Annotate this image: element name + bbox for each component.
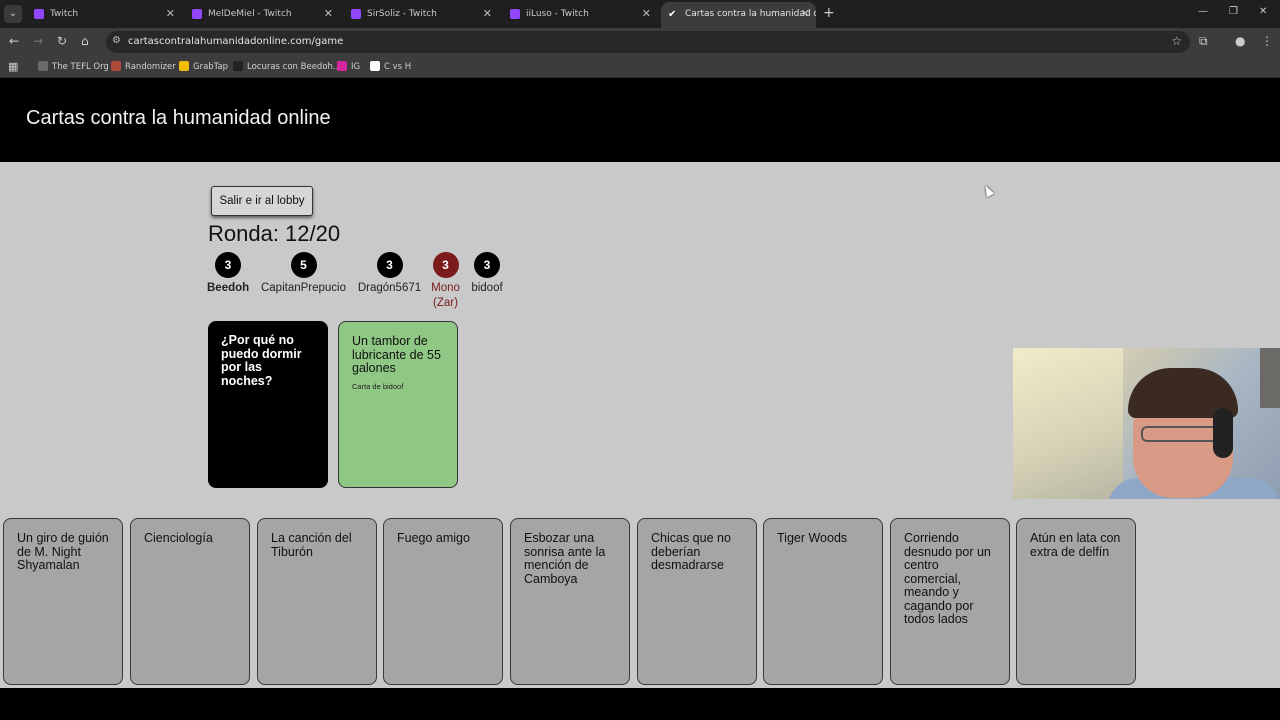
bookmark-item[interactable]: GrabTap (179, 56, 228, 78)
player-dragon5671: 3 Dragón5671 (357, 252, 422, 296)
tab-title: iiLuso - Twitch (526, 9, 589, 19)
player-score: 5 (290, 252, 317, 278)
bookmark-item[interactable]: Locuras con Beedoh... (233, 56, 341, 78)
close-icon[interactable]: ✕ (324, 3, 333, 25)
home-icon[interactable]: ⌂ (81, 34, 89, 48)
player-score: 3 (432, 252, 459, 278)
close-icon[interactable]: ✕ (642, 3, 651, 25)
played-white-card[interactable]: Un tambor de lubricante de 55 galones Ca… (338, 321, 458, 488)
bookmark-star-icon[interactable]: ☆ (1171, 34, 1182, 48)
player-beedoh: 3 Beedoh (207, 252, 249, 296)
leave-to-lobby-button[interactable]: Salir e ir al lobby (211, 186, 313, 216)
tab-strip: ⌄ Twitch ✕ MelDeMiel - Twitch ✕ SirSoliz… (0, 0, 1280, 28)
headset-icon (1213, 408, 1233, 458)
player-mono-czar: 3 Mono (Zar) (428, 252, 463, 311)
bookmark-favicon-icon (337, 61, 347, 71)
player-capitanprepucio: 5 CapitanPrepucio (258, 252, 349, 296)
hand-card[interactable]: La canción del Tiburón (257, 518, 377, 685)
player-score: 3 (376, 252, 403, 278)
tab-title: MelDeMiel - Twitch (208, 9, 292, 19)
new-tab-icon[interactable]: + (823, 5, 835, 21)
tab-search-icon[interactable]: ⌄ (4, 5, 22, 23)
hand-card[interactable]: Cienciología (130, 518, 250, 685)
restore-icon[interactable]: ❐ (1229, 6, 1238, 17)
site-header: Cartas contra la humanidad online (0, 79, 1280, 162)
twitch-icon (510, 9, 520, 19)
hand-card[interactable]: Corriendo desnudo por un centro comercia… (890, 518, 1010, 685)
check-icon: ✔ (668, 9, 677, 20)
bookmark-item[interactable]: C vs H (370, 56, 411, 78)
bookmark-favicon-icon (111, 61, 121, 71)
player-name: Mono (431, 282, 460, 294)
tab-title: SirSoliz - Twitch (367, 9, 437, 19)
close-icon[interactable]: ✕ (483, 3, 492, 25)
browser-tab[interactable]: iiLuso - Twitch ✕ (502, 3, 657, 25)
player-name: Dragón5671 (357, 282, 422, 294)
browser-tab-active[interactable]: ✔ Cartas contra la humanidad onli ✕ (661, 2, 816, 28)
player-score: 3 (474, 252, 500, 278)
bookmark-item[interactable]: Randomizer (111, 56, 176, 78)
menu-icon[interactable]: ⋮ (1261, 34, 1273, 48)
twitch-icon (192, 9, 202, 19)
profile-icon[interactable]: ● (1235, 34, 1245, 48)
close-icon[interactable]: ✕ (801, 2, 810, 26)
bookmarks-bar: ▦ The TEFL Org Randomizer GrabTap Locura… (0, 56, 1280, 78)
round-counter: Ronda: 12/20 (208, 221, 341, 246)
player-bidoof: 3 bidoof (469, 252, 505, 296)
browser-tab[interactable]: SirSoliz - Twitch ✕ (343, 3, 498, 25)
twitch-icon (34, 9, 44, 19)
bookmark-favicon-icon (233, 61, 243, 71)
bookmark-favicon-icon (179, 61, 189, 71)
back-icon[interactable]: ← (9, 34, 19, 48)
browser-tab[interactable]: MelDeMiel - Twitch ✕ (184, 3, 339, 25)
address-bar[interactable]: ⚙ cartascontralahumanidadonline.com/game… (106, 31, 1190, 53)
forward-icon[interactable]: → (33, 34, 43, 48)
minimize-icon[interactable]: — (1198, 6, 1208, 17)
window-close-icon[interactable]: ✕ (1259, 6, 1267, 17)
browser-tab[interactable]: Twitch ✕ (26, 3, 181, 25)
hand-card[interactable]: Atún en lata con extra de delfín (1016, 518, 1136, 685)
czar-label: (Zar) (433, 297, 458, 309)
player-name: Beedoh (207, 282, 250, 294)
url-text[interactable]: cartascontralahumanidadonline.com/game (128, 31, 343, 53)
bookmark-favicon-icon (38, 61, 48, 71)
hand-card[interactable]: Esbozar una sonrisa ante la mención de C… (510, 518, 630, 685)
black-card: ¿Por qué no puedo dormir por las noches? (208, 321, 328, 488)
player-score: 3 (215, 252, 241, 278)
site-info-icon[interactable]: ⚙ (112, 35, 121, 46)
webcam-overlay (1013, 348, 1280, 499)
site-title: Cartas contra la humanidad online (26, 107, 331, 129)
player-name: CapitanPrepucio (260, 282, 347, 294)
extensions-icon[interactable]: ⧉ (1199, 34, 1208, 49)
black-card-text: ¿Por qué no puedo dormir por las noches? (221, 333, 302, 388)
address-toolbar: ← → ↻ ⌂ ⚙ cartascontralahumanidadonline.… (0, 28, 1280, 56)
played-card-author: Carta de bidoof (352, 381, 404, 391)
apps-grid-icon[interactable]: ▦ (8, 56, 18, 78)
hand-card[interactable]: Tiger Woods (763, 518, 883, 685)
twitch-icon (351, 9, 361, 19)
tab-title: Cartas contra la humanidad onli (685, 9, 816, 19)
hand-card[interactable]: Chicas que no deberían desmadrarse (637, 518, 757, 685)
bookmark-favicon-icon (370, 61, 380, 71)
player-name: bidoof (471, 282, 503, 294)
played-card-text: Un tambor de lubricante de 55 galones (352, 334, 441, 375)
tab-title: Twitch (50, 9, 79, 19)
hand-card[interactable]: Fuego amigo (383, 518, 503, 685)
bookmark-item[interactable]: IG (337, 56, 360, 78)
close-icon[interactable]: ✕ (166, 3, 175, 25)
bookmark-item[interactable]: The TEFL Org (38, 56, 109, 78)
bottom-bar (0, 688, 1280, 720)
hand-card[interactable]: Un giro de guión de M. Night Shyamalan (3, 518, 123, 685)
reload-icon[interactable]: ↻ (57, 34, 67, 48)
